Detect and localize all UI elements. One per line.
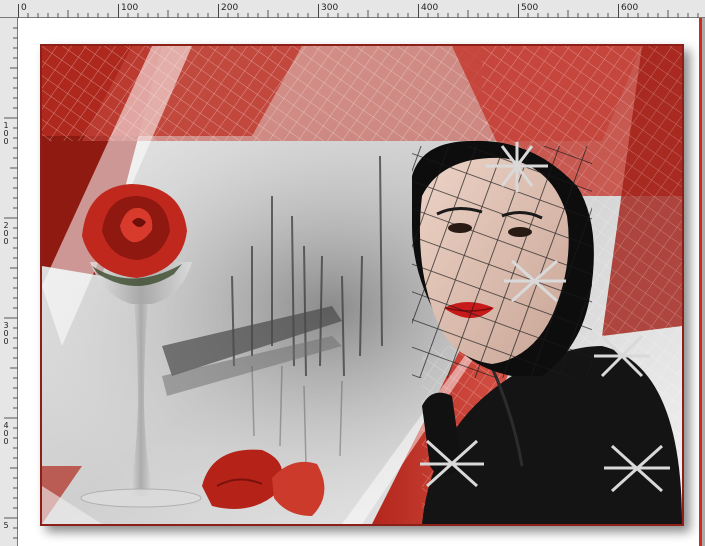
ruler-vlabel-300: 3 0 0 — [3, 321, 9, 346]
ruler-vertical-ticks — [4, 27, 18, 539]
image-canvas[interactable] — [18, 18, 702, 546]
artwork-frame — [40, 44, 684, 526]
ruler-vlabel-200: 2 0 0 — [3, 221, 9, 246]
ruler-minor-ticks — [27, 10, 699, 18]
horizontal-ruler[interactable]: 0 100 200 300 400 500 600 — [0, 0, 705, 18]
artwork-image — [42, 46, 682, 524]
ruler-vlabel-100: 1 0 0 — [3, 121, 9, 146]
ruler-vlabel-400: 4 0 0 — [3, 421, 9, 446]
ruler-vlabel-500: 5 — [3, 521, 9, 530]
vertical-ruler[interactable]: 1 0 0 2 0 0 3 0 0 4 0 0 5 — [0, 18, 18, 546]
red-rose-icon — [82, 184, 187, 286]
